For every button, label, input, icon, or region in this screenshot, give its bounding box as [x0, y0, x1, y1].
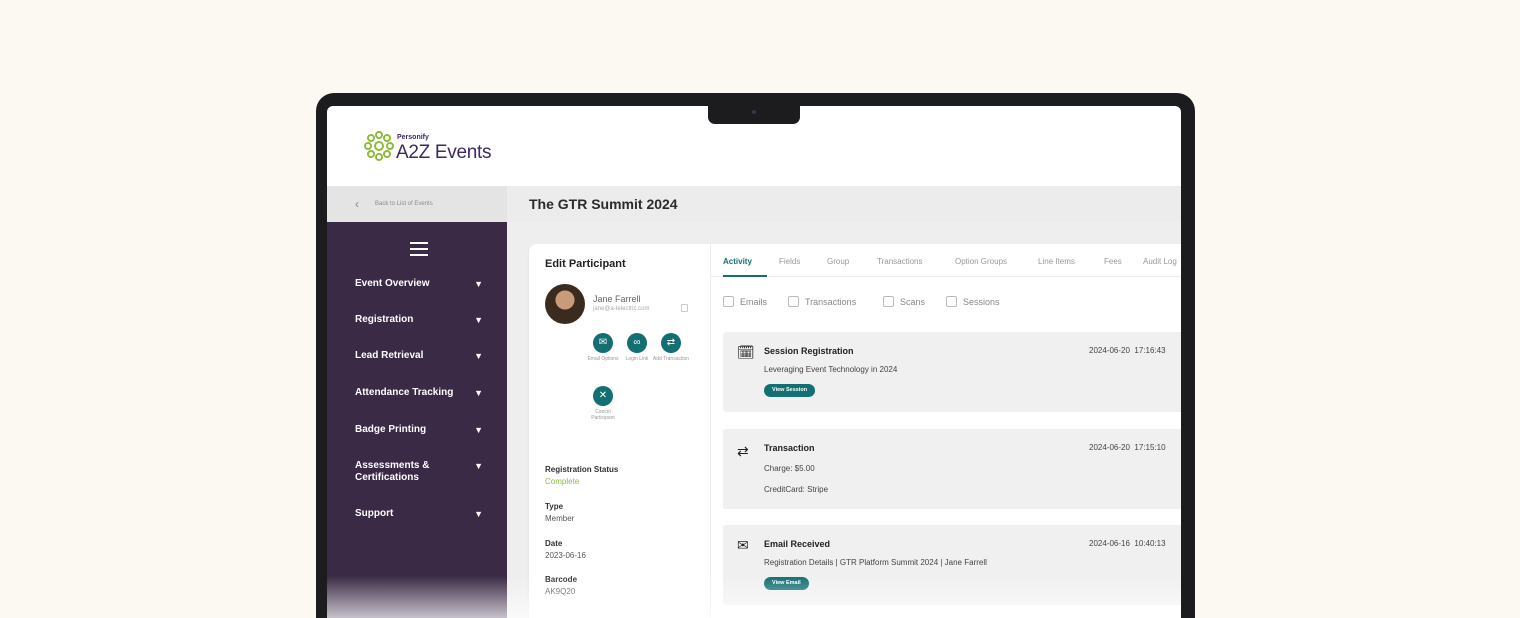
back-label: Back to List of Events [375, 201, 433, 207]
avatar [545, 284, 585, 324]
activity-item-session: 🗓 Session Registration 2024-06-20 17:16:… [723, 332, 1181, 412]
checkbox[interactable] [883, 296, 894, 307]
participant-card: Edit Participant Jane Farrell jane@a-tel… [529, 244, 1181, 618]
activity-detail: Charge: $5.00 [764, 464, 815, 473]
sidebar-item-badge-printing[interactable]: Badge Printing ▼ [355, 424, 483, 436]
sidebar-item-label: Support [355, 508, 394, 519]
sidebar-item-label: Registration [355, 314, 414, 325]
sidebar-item-event-overview[interactable]: Event Overview ▼ [355, 278, 483, 290]
action-label: Cancel Participant [591, 409, 615, 421]
back-to-events-link[interactable]: ‹ Back to List of Events [327, 186, 507, 222]
close-icon: ✕ [593, 386, 613, 406]
activity-title: Email Received [764, 539, 831, 549]
sidebar-item-label: Event Overview [355, 278, 430, 289]
caret-down-icon: ▼ [474, 509, 483, 519]
activity-detail: CreditCard: Stripe [764, 485, 829, 494]
caret-down-icon: ▼ [474, 461, 483, 471]
sidebar-item-assessments[interactable]: Assessments & Certifications ▼ [355, 460, 483, 484]
sidebar-nav: Event Overview ▼ Registration ▼ Lead Retri… [327, 222, 507, 618]
checkbox[interactable] [788, 296, 799, 307]
registration-status-label: Registration Status [545, 465, 619, 474]
exchange-icon: ⇄ [661, 333, 681, 353]
cancel-participant-button[interactable]: ✕ Cancel Participant [583, 386, 623, 421]
filter-transactions[interactable]: Transactions [788, 296, 856, 307]
filter-label: Sessions [963, 296, 1000, 307]
add-transaction-button[interactable]: ⇄ Add Transaction [651, 333, 691, 362]
camera-dot [752, 110, 756, 114]
action-label: Add Transaction [652, 356, 690, 362]
caret-down-icon: ▼ [474, 351, 483, 361]
date-label: Date [545, 539, 563, 548]
caret-down-icon: ▼ [474, 279, 483, 289]
checkbox[interactable] [946, 296, 957, 307]
activity-item-email: ✉ Email Received 2024-06-16 10:40:13 Reg… [723, 525, 1181, 605]
sidebar-item-lead-retrieval[interactable]: Lead Retrieval ▼ [355, 350, 483, 362]
type-label: Type [545, 502, 564, 511]
filter-label: Emails [740, 296, 768, 307]
tab-audit-log[interactable]: Audit Log [1143, 257, 1177, 266]
filter-emails[interactable]: Emails [723, 296, 767, 307]
activity-timestamp: 2024-06-16 10:40:13 [1089, 539, 1166, 548]
brand-name: A2Z Events [396, 142, 492, 163]
activity-detail: Registration Details | GTR Platform Summ… [764, 558, 987, 567]
laptop-frame: Personify A2Z Events ‹ Back to List of E… [316, 93, 1195, 618]
activity-timestamp: 2024-06-20 17:15:10 [1089, 443, 1166, 452]
activity-detail: Leveraging Event Technology in 2024 [764, 365, 898, 374]
filter-label: Transactions [805, 296, 857, 307]
type-value: Member [545, 514, 575, 523]
header-bar: ‹ Back to List of Events The GTR Summit … [327, 186, 1181, 222]
tab-transactions[interactable]: Transactions [877, 257, 923, 266]
tab-option-groups[interactable]: Option Groups [955, 257, 1007, 266]
chevron-left-icon: ‹ [355, 197, 359, 211]
participant-email: jane@a-telectric.com [593, 306, 650, 312]
main-content: Edit Participant Jane Farrell jane@a-tel… [507, 222, 1181, 618]
barcode-value: AK9Q20 [545, 587, 576, 596]
flower-logo-icon [364, 131, 394, 161]
exchange-icon: ⇄ [737, 443, 749, 459]
activity-title: Session Registration [764, 346, 854, 356]
panel-divider [710, 244, 711, 618]
event-title: The GTR Summit 2024 [529, 196, 678, 212]
camera-notch [708, 105, 800, 124]
link-icon: ∞ [627, 333, 647, 353]
activity-title: Transaction [764, 443, 815, 453]
sidebar-item-label: Attendance Tracking [355, 387, 454, 398]
filter-label: Scans [900, 296, 926, 307]
checkbox[interactable] [723, 296, 734, 307]
barcode-label: Barcode [545, 575, 578, 584]
sidebar-item-attendance-tracking[interactable]: Attendance Tracking ▼ [355, 387, 483, 399]
caret-down-icon: ▼ [474, 388, 483, 398]
sidebar-item-label: Assessments & Certifications [355, 460, 430, 483]
sidebar-item-support[interactable]: Support ▼ [355, 508, 483, 520]
filter-scans[interactable]: Scans [883, 296, 925, 307]
tab-fields[interactable]: Fields [779, 257, 800, 266]
brand-small-text: Personify [397, 134, 429, 141]
filter-sessions[interactable]: Sessions [946, 296, 1000, 307]
hamburger-menu-icon[interactable] [410, 242, 428, 256]
tab-group[interactable]: Group [827, 257, 849, 266]
mail-icon: ✉ [593, 333, 613, 353]
tab-fees[interactable]: Fees [1104, 257, 1122, 266]
tab-bar: Activity Fields Group Transactions Optio… [711, 244, 1181, 277]
app-screen: Personify A2Z Events ‹ Back to List of E… [327, 106, 1181, 618]
active-tab-indicator [723, 275, 767, 277]
sidebar-item-label: Lead Retrieval [355, 350, 424, 361]
panel-title: Edit Participant [545, 258, 626, 270]
tab-activity[interactable]: Activity [723, 257, 752, 266]
calendar-icon: 🗓 [737, 344, 755, 360]
sidebar-item-label: Badge Printing [355, 424, 427, 435]
caret-down-icon: ▼ [474, 315, 483, 325]
mail-icon: ✉ [737, 537, 749, 553]
date-value: 2023-06-16 [545, 551, 586, 560]
tab-line-items[interactable]: Line Items [1038, 257, 1075, 266]
view-session-button[interactable]: View Session [764, 384, 816, 397]
sidebar-item-registration[interactable]: Registration ▼ [355, 314, 483, 326]
caret-down-icon: ▼ [474, 425, 483, 435]
activity-item-transaction: ⇄ Transaction 2024-06-20 17:15:10 Charge… [723, 429, 1181, 509]
activity-timestamp: 2024-06-20 17:16:43 [1089, 346, 1166, 355]
participant-name: Jane Farrell [593, 294, 641, 304]
copy-icon[interactable] [681, 304, 688, 312]
view-email-button[interactable]: View Email [764, 577, 809, 590]
registration-status-value: Complete [545, 477, 580, 486]
